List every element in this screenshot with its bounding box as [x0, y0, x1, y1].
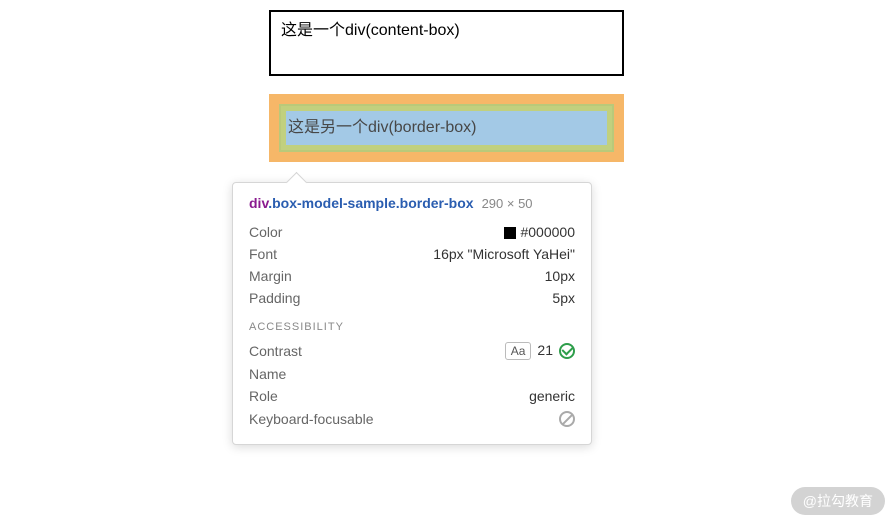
tooltip-row-name: Name — [249, 363, 575, 385]
tooltip-color-label: Color — [249, 224, 282, 240]
border-box-margin-area: 这是另一个div(border-box) — [269, 94, 624, 162]
border-box-content-area: 这是另一个div(border-box) — [286, 111, 607, 145]
devtools-element-tooltip: div.box-model-sample.border-box290 × 50 … — [232, 182, 592, 445]
tooltip-font-label: Font — [249, 246, 277, 262]
tooltip-padding-value: 5px — [552, 290, 575, 306]
tooltip-selector-line: div.box-model-sample.border-box 290 × 50 — [249, 195, 575, 211]
border-box-border-area: 这是另一个div(border-box) — [279, 104, 614, 152]
watermark-badge: @拉勾教育 — [791, 487, 885, 515]
tooltip-row-padding: Padding 5px — [249, 287, 575, 309]
tooltip-font-value: 16px "Microsoft YaHei" — [433, 246, 575, 262]
accessibility-section-title: ACCESSIBILITY — [249, 321, 575, 333]
check-circle-icon — [559, 343, 575, 359]
border-box-padding-area: 这是另一个div(border-box) — [281, 106, 612, 150]
tooltip-color-value: #000000 — [504, 224, 575, 240]
a11y-role-label: Role — [249, 388, 278, 404]
contrast-value: Aa21 — [505, 342, 575, 360]
tooltip-row-margin: Margin 10px — [249, 265, 575, 287]
tooltip-row-contrast: Contrast Aa21 — [249, 339, 575, 363]
tooltip-row-keyboard: Keyboard-focusable — [249, 407, 575, 430]
a11y-keyboard-value — [559, 410, 575, 427]
selector-dimensions: 290 × 50 — [482, 196, 533, 211]
tooltip-padding-label: Padding — [249, 290, 300, 306]
a11y-name-label: Name — [249, 366, 286, 382]
content-box-sample: 这是一个div(content-box) — [269, 10, 624, 76]
border-box-text: 这是另一个div(border-box) — [288, 117, 477, 139]
tooltip-margin-label: Margin — [249, 268, 292, 284]
tooltip-margin-value: 10px — [545, 268, 575, 284]
tooltip-row-color: Color #000000 — [249, 221, 575, 243]
tooltip-row-font: Font 16px "Microsoft YaHei" — [249, 243, 575, 265]
contrast-label: Contrast — [249, 343, 302, 359]
color-swatch-icon — [504, 227, 516, 239]
aa-badge-icon: Aa — [505, 342, 532, 360]
selector-classes: .box-model-sample.border-box — [268, 195, 473, 211]
content-box-text: 这是一个div(content-box) — [281, 22, 460, 39]
a11y-keyboard-label: Keyboard-focusable — [249, 411, 374, 427]
tooltip-row-role: Role generic — [249, 385, 575, 407]
not-allowed-icon — [559, 411, 575, 427]
selector-tag: div — [249, 195, 268, 211]
a11y-role-value: generic — [529, 388, 575, 404]
